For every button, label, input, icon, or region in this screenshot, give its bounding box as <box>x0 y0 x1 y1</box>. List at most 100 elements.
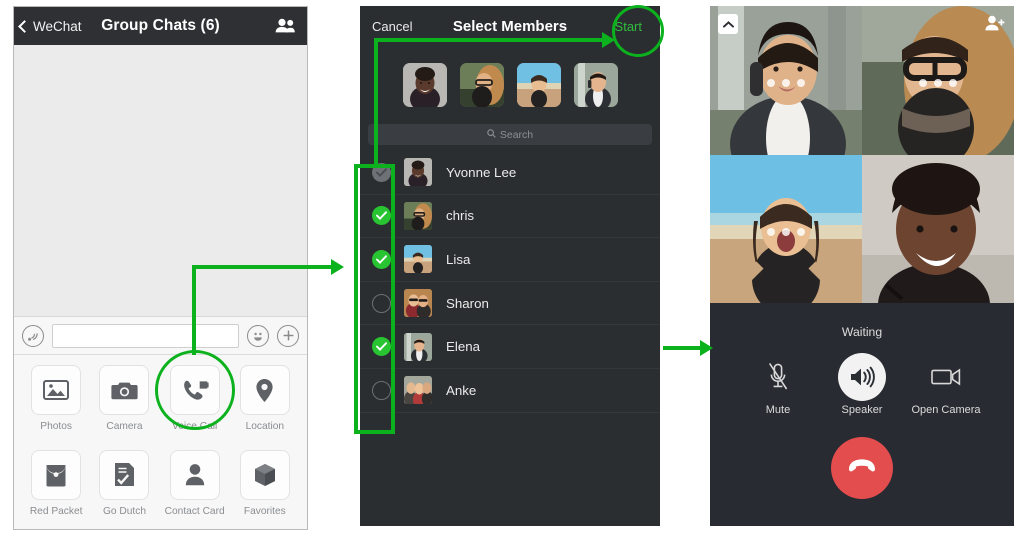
muted-indicator-dots <box>767 79 805 88</box>
attachment-location[interactable]: Location <box>237 365 293 446</box>
list-item[interactable]: chris <box>360 195 660 239</box>
voice-call-icon <box>169 365 220 415</box>
search-container: Search <box>360 116 660 151</box>
cancel-button[interactable]: Cancel <box>372 19 412 34</box>
control-label: Mute <box>765 404 791 416</box>
attachment-label: Contact Card <box>164 505 225 517</box>
contact-name: Elena <box>446 339 481 355</box>
speaker-icon <box>838 353 886 401</box>
participant-video-bottom-left[interactable] <box>710 154 862 303</box>
selected-members-strip <box>360 54 660 116</box>
attachment-favorites[interactable]: Favorites <box>237 449 293 530</box>
attachment-label: Go Dutch <box>102 505 146 517</box>
favorites-box-icon <box>239 449 290 500</box>
contact-name: Lisa <box>446 251 471 267</box>
avatar <box>404 245 432 274</box>
participant-video-bottom-right[interactable] <box>862 154 1014 303</box>
group-members-icon[interactable] <box>275 18 295 38</box>
control-label: Open Camera <box>911 404 981 416</box>
plus-icon[interactable] <box>277 324 299 347</box>
location-pin-icon <box>239 365 290 415</box>
group-call-screen: Waiting Mute Speaker Open Camera <box>710 6 1014 526</box>
avatar[interactable] <box>573 63 618 107</box>
avatar <box>404 158 432 187</box>
panel1-navbar: WeChat Group Chats (6) <box>14 7 307 45</box>
contact-card-icon <box>169 449 220 500</box>
list-item[interactable]: Yvonne Lee <box>360 151 660 195</box>
checkbox-unchecked-icon[interactable] <box>372 293 391 313</box>
search-placeholder: Search <box>499 128 534 141</box>
camera-icon <box>99 365 150 415</box>
chat-input-bar <box>14 317 307 355</box>
checkbox-checked-icon[interactable] <box>372 249 391 269</box>
message-input[interactable] <box>52 323 239 348</box>
attachment-red-packet[interactable]: Red Packet <box>28 449 84 530</box>
go-dutch-icon <box>99 449 150 500</box>
attachment-go-dutch[interactable]: Go Dutch <box>96 449 152 530</box>
photos-icon <box>31 365 82 415</box>
checkbox-checked-icon[interactable] <box>372 206 391 226</box>
checkbox-checked-disabled-icon <box>372 162 391 182</box>
muted-indicator-dots <box>919 79 957 88</box>
chat-message-area <box>14 45 307 317</box>
attachment-label: Camera <box>106 421 143 432</box>
add-user-icon[interactable] <box>985 15 1005 36</box>
attachment-voice-call[interactable]: Voice Call <box>165 365 225 446</box>
call-status: Waiting <box>841 325 883 339</box>
red-packet-icon <box>31 449 82 500</box>
avatar[interactable] <box>402 63 447 107</box>
mute-button[interactable]: Mute <box>740 353 816 416</box>
panel2-navbar: Cancel Select Members Start <box>360 6 660 46</box>
voice-input-icon[interactable] <box>22 324 44 347</box>
flow-voicecall-arrowhead <box>331 259 344 275</box>
back-button-label: WeChat <box>33 18 82 34</box>
muted-indicator-dots <box>767 227 805 236</box>
back-to-wechat-button[interactable]: WeChat <box>18 18 82 34</box>
start-button[interactable]: Start <box>615 19 642 34</box>
attachment-label: Voice Call <box>172 421 218 432</box>
search-icon <box>487 128 496 141</box>
list-item[interactable]: Anke <box>360 369 660 413</box>
video-cam-icon <box>931 353 961 401</box>
list-item[interactable]: Elena <box>360 325 660 369</box>
search-input[interactable]: Search <box>368 124 652 145</box>
hangup-button[interactable] <box>831 437 893 499</box>
avatar[interactable] <box>516 63 561 107</box>
flow-call-horizontal <box>663 346 703 350</box>
open-camera-button[interactable]: Open Camera <box>908 353 984 416</box>
avatar <box>404 332 432 361</box>
attachment-label: Location <box>245 421 285 432</box>
list-item[interactable]: Lisa <box>360 238 660 282</box>
attachment-contact-card[interactable]: Contact Card <box>164 449 225 530</box>
wechat-chat-screen: WeChat Group Chats (6) Photos Camera Voi… <box>13 6 308 530</box>
contact-name: Anke <box>446 382 477 398</box>
speaker-button[interactable]: Speaker <box>824 353 900 416</box>
avatar[interactable] <box>459 63 504 107</box>
checkbox-checked-icon[interactable] <box>372 337 391 357</box>
hangup-phone-icon <box>847 458 877 478</box>
call-control-panel: Waiting Mute Speaker Open Camera <box>710 303 1014 526</box>
avatar <box>404 201 432 230</box>
avatar <box>404 289 432 318</box>
attachment-camera[interactable]: Camera <box>96 365 152 446</box>
attachment-photos[interactable]: Photos <box>28 365 84 446</box>
attachment-label: Favorites <box>243 505 286 517</box>
emoji-smiley-icon[interactable] <box>247 324 269 347</box>
attachment-label: Photos <box>40 421 73 432</box>
avatar <box>404 376 432 405</box>
select-members-screen: Cancel Select Members Start Search Yvonn… <box>360 6 660 526</box>
control-label: Speaker <box>841 404 883 416</box>
contact-name: chris <box>446 208 475 224</box>
contact-list: Yvonne Lee chris Lisa Sharon Elena Anke <box>360 151 660 413</box>
mic-muted-icon <box>767 353 789 401</box>
attachment-grid: Photos Camera Voice Call Location Red Pa… <box>14 355 307 530</box>
list-item[interactable]: Sharon <box>360 282 660 326</box>
chevron-left-icon <box>18 19 31 33</box>
checkbox-unchecked-icon[interactable] <box>372 380 391 400</box>
chevron-up-icon[interactable] <box>718 14 738 34</box>
contact-name: Sharon <box>446 295 489 311</box>
call-controls-row: Mute Speaker Open Camera <box>710 353 1014 416</box>
video-grid <box>710 6 1014 303</box>
contact-name: Yvonne Lee <box>446 164 517 180</box>
attachment-label: Red Packet <box>29 505 83 517</box>
